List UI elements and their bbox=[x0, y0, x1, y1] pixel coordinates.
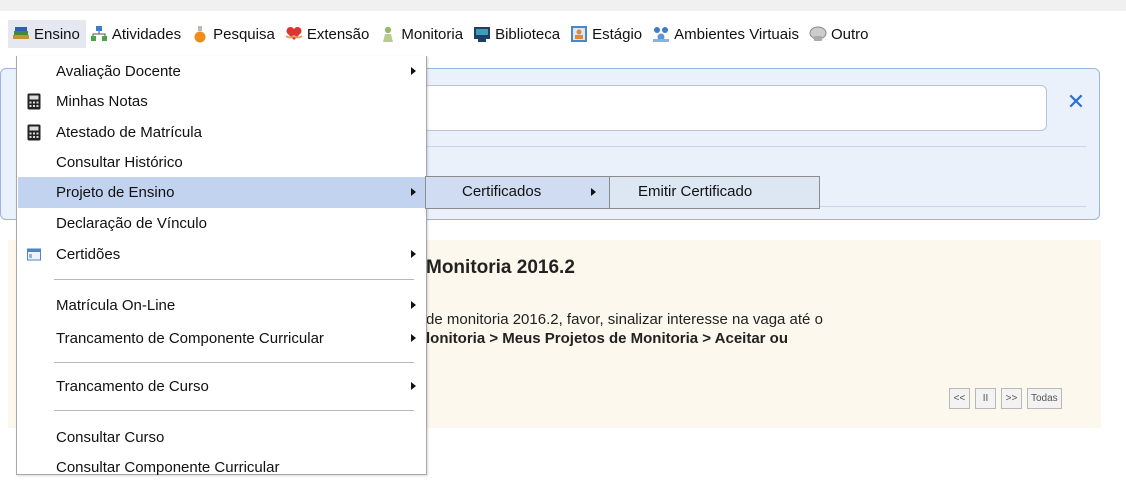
submenu-arrow-icon bbox=[411, 67, 416, 75]
notice-title: Monitoria 2016.2 bbox=[426, 257, 575, 278]
menu-extensao[interactable]: Extensão bbox=[281, 20, 376, 48]
heart-hands-icon bbox=[285, 25, 303, 43]
menu-biblioteca[interactable]: Biblioteca bbox=[469, 20, 566, 48]
menu-item-label: Consultar Componente Curricular bbox=[56, 459, 280, 476]
menu-separator bbox=[54, 362, 414, 363]
menu-item-minhas-notas[interactable]: Minhas Notas bbox=[18, 86, 427, 117]
menu-item-label: Consultar Histórico bbox=[56, 154, 183, 171]
menu-ambientes-virtuais[interactable]: Ambientes Virtuais bbox=[648, 20, 805, 48]
menu-item-declaracao-vinculo[interactable]: Declaração de Vínculo bbox=[18, 208, 427, 239]
menu-extensao-label: Extensão bbox=[306, 25, 370, 43]
menu-item-label: Consultar Curso bbox=[56, 429, 165, 446]
menu-outros[interactable]: Outro bbox=[805, 20, 875, 48]
menu-ensino-label: Ensino bbox=[34, 25, 80, 43]
menu-monitoria-label: Monitoria bbox=[401, 25, 464, 43]
flask-icon bbox=[191, 25, 209, 43]
submenu-item-emitir-certificado[interactable]: Emitir Certificado bbox=[609, 176, 820, 209]
window-icon bbox=[27, 246, 41, 263]
menu-item-label: Trancamento de Componente Curricular bbox=[56, 330, 324, 347]
menu-ensino[interactable]: Ensino bbox=[8, 20, 86, 48]
panel-divider bbox=[426, 146, 1086, 147]
monitor-icon bbox=[473, 25, 491, 43]
pause-button[interactable]: II bbox=[975, 388, 996, 409]
projeto-ensino-submenu: Certificados Emitir Certificado bbox=[425, 176, 820, 209]
menu-pesquisa[interactable]: Pesquisa bbox=[187, 20, 281, 48]
menu-item-consultar-componente[interactable]: Consultar Componente Curricular bbox=[18, 452, 427, 483]
prev-button[interactable]: << bbox=[949, 388, 970, 409]
menu-item-atestado-matricula[interactable]: Atestado de Matrícula bbox=[18, 117, 427, 148]
person-icon bbox=[379, 25, 397, 43]
ensino-dropdown: Avaliação Docente Minhas Notas Atestado … bbox=[16, 56, 427, 476]
menu-ambientes-virtuais-label: Ambientes Virtuais bbox=[674, 25, 799, 43]
notice-pager: << II >> Todas bbox=[949, 388, 1062, 409]
menu-estagio[interactable]: Estágio bbox=[566, 20, 648, 48]
submenu-item-label: Certificados bbox=[462, 183, 542, 200]
menu-item-projeto-ensino[interactable]: Projeto de Ensino bbox=[18, 177, 427, 208]
close-icon[interactable]: ✕ bbox=[1064, 88, 1088, 116]
menu-item-label: Minhas Notas bbox=[56, 93, 148, 110]
menu-item-consultar-curso[interactable]: Consultar Curso bbox=[18, 422, 427, 453]
menu-item-label: Matrícula On-Line bbox=[56, 297, 176, 314]
menu-item-matricula-online[interactable]: Matrícula On-Line bbox=[18, 290, 427, 321]
notice-text: de monitoria 2016.2, favor, sinalizar in… bbox=[426, 311, 823, 328]
submenu-arrow-icon bbox=[411, 334, 416, 342]
menu-item-label: Certidões bbox=[56, 246, 121, 263]
menu-item-trancamento-componente[interactable]: Trancamento de Componente Curricular bbox=[18, 323, 427, 354]
chat-icon bbox=[809, 25, 827, 43]
notice-path: lonitoria > Meus Projetos de Monitoria >… bbox=[426, 330, 789, 347]
menu-estagio-label: Estágio bbox=[592, 25, 643, 43]
calculator-icon bbox=[27, 124, 41, 141]
top-strip bbox=[0, 0, 1126, 11]
menu-atividades-label: Atividades bbox=[111, 25, 182, 43]
menu-item-label: Atestado de Matrícula bbox=[56, 124, 202, 141]
menu-item-label: Declaração de Vínculo bbox=[56, 215, 207, 232]
menu-separator bbox=[54, 410, 414, 411]
all-button[interactable]: Todas bbox=[1027, 388, 1062, 409]
search-input[interactable] bbox=[420, 85, 1047, 131]
menu-item-label: Trancamento de Curso bbox=[56, 378, 209, 395]
menu-pesquisa-label: Pesquisa bbox=[213, 25, 275, 43]
menu-item-label: Projeto de Ensino bbox=[56, 184, 175, 201]
submenu-arrow-icon bbox=[411, 188, 416, 196]
books-icon bbox=[12, 25, 30, 43]
menu-outros-label: Outro bbox=[830, 25, 869, 43]
menu-item-avaliacao-docente[interactable]: Avaliação Docente bbox=[18, 56, 427, 87]
submenu-item-certificados[interactable]: Certificados bbox=[426, 177, 610, 208]
next-button[interactable]: >> bbox=[1001, 388, 1022, 409]
menu-atividades[interactable]: Atividades bbox=[86, 20, 187, 48]
menu-item-trancamento-curso[interactable]: Trancamento de Curso bbox=[18, 371, 427, 402]
menu-separator bbox=[54, 279, 414, 280]
menubar-items: Ensino Atividades Pesquisa Extensão Moni… bbox=[8, 20, 874, 48]
calculator-icon bbox=[27, 93, 41, 110]
submenu-arrow-icon bbox=[411, 382, 416, 390]
id-card-icon bbox=[570, 25, 588, 43]
menu-biblioteca-label: Biblioteca bbox=[495, 25, 561, 43]
menu-monitoria[interactable]: Monitoria bbox=[375, 20, 469, 48]
activities-icon bbox=[90, 25, 108, 43]
top-menubar: Ensino Atividades Pesquisa Extensão Moni… bbox=[0, 0, 1126, 62]
submenu-item-label: Emitir Certificado bbox=[638, 183, 753, 200]
submenu-arrow-icon bbox=[591, 188, 596, 196]
menu-item-consultar-historico[interactable]: Consultar Histórico bbox=[18, 147, 427, 178]
network-icon bbox=[652, 25, 670, 43]
submenu-arrow-icon bbox=[411, 301, 416, 309]
submenu-arrow-icon bbox=[411, 250, 416, 258]
menu-item-certidoes[interactable]: Certidões bbox=[18, 239, 427, 270]
menu-item-label: Avaliação Docente bbox=[56, 63, 181, 80]
